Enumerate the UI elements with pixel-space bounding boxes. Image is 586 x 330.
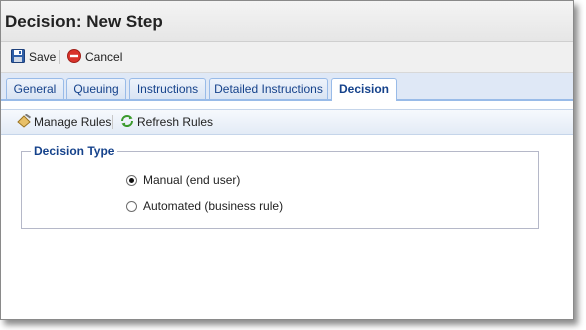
tab-detailed-instructions[interactable]: Detailed Instructions xyxy=(209,78,328,99)
tab-instructions[interactable]: Instructions xyxy=(129,78,206,99)
dialog-window: Decision: New Step Save Cancel General Q… xyxy=(0,0,574,320)
refresh-icon xyxy=(119,113,135,132)
radio-automated-label: Automated (business rule) xyxy=(143,199,284,213)
radio-manual[interactable]: Manual (end user) xyxy=(126,173,240,187)
tab-queuing[interactable]: Queuing xyxy=(66,78,126,99)
tab-label: Instructions xyxy=(136,82,199,96)
main-toolbar: Save Cancel xyxy=(1,42,573,73)
tab-label: Decision xyxy=(338,82,389,96)
radio-manual-label: Manual (end user) xyxy=(143,173,241,187)
tab-label: Detailed Instructions xyxy=(214,82,323,96)
radio-automated[interactable]: Automated (business rule) xyxy=(126,199,283,213)
floppy-disk-icon xyxy=(11,48,25,66)
rules-edit-icon xyxy=(17,112,32,131)
cancel-label: Cancel xyxy=(85,50,123,64)
cancel-button[interactable]: Cancel xyxy=(67,48,122,66)
radio-button-selected[interactable] xyxy=(126,174,137,186)
tab-strip: General Queuing Instructions Detailed In… xyxy=(1,73,573,101)
tab-decision[interactable]: Decision xyxy=(331,78,397,101)
save-button[interactable]: Save xyxy=(11,48,56,66)
toolbar-divider xyxy=(59,50,60,64)
refresh-rules-label: Refresh Rules xyxy=(137,115,214,129)
window-title: Decision: New Step xyxy=(5,12,163,31)
tab-label: Queuing xyxy=(73,82,119,96)
refresh-rules-button[interactable]: Refresh Rules xyxy=(119,113,213,131)
rules-toolbar: Manage Rules Refresh Rules xyxy=(1,109,573,135)
manage-rules-label: Manage Rules xyxy=(34,115,112,129)
radio-button[interactable] xyxy=(126,200,137,212)
title-bar: Decision: New Step xyxy=(1,1,573,42)
tab-label: General xyxy=(13,82,57,96)
decision-type-legend: Decision Type xyxy=(31,144,118,158)
manage-rules-button[interactable]: Manage Rules xyxy=(17,112,112,131)
save-label: Save xyxy=(29,50,57,64)
decision-type-fieldset: Decision Type Manual (end user) Automate… xyxy=(21,144,539,229)
tab-general[interactable]: General xyxy=(6,78,64,99)
toolbar-divider xyxy=(112,115,113,129)
cancel-circle-icon xyxy=(67,48,81,66)
